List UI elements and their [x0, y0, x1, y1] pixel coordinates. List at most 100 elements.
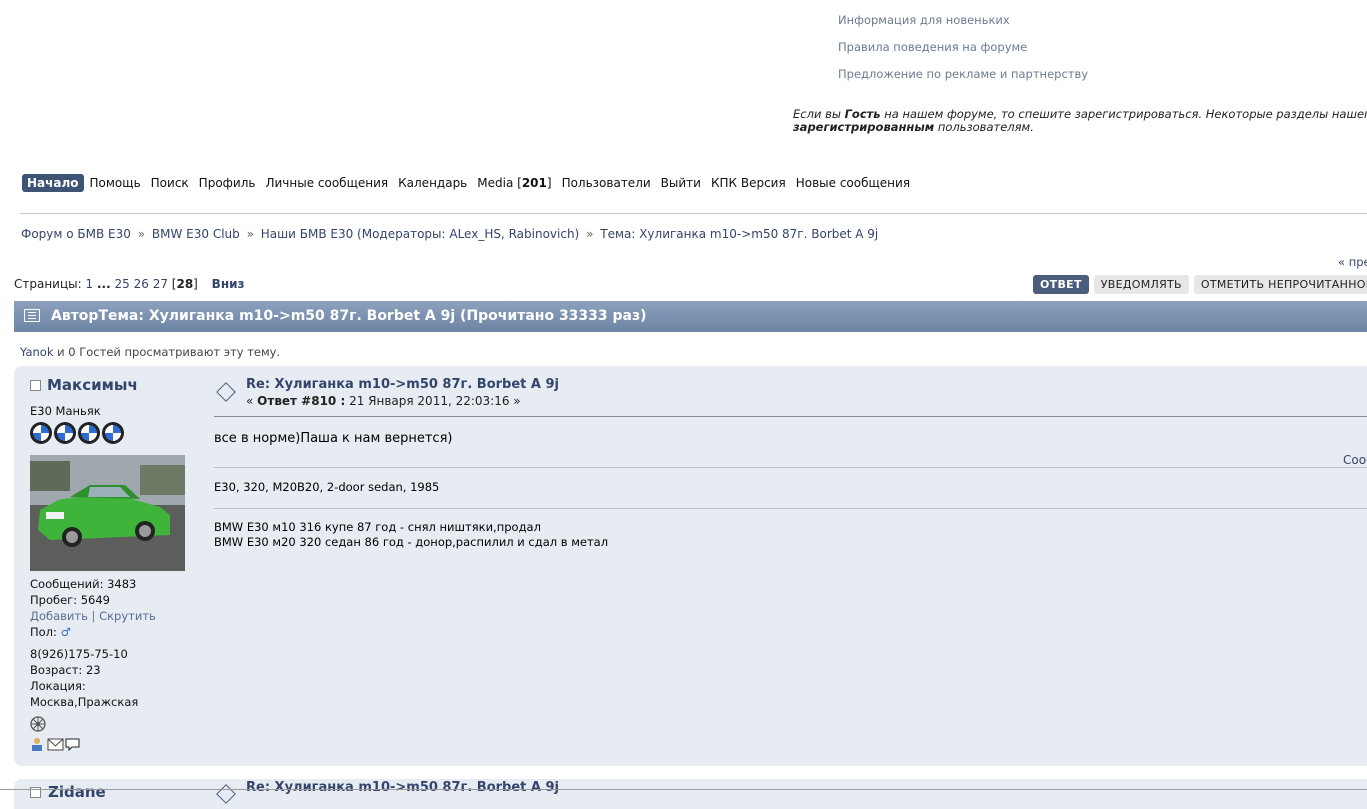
pagination-dots: ...: [96, 277, 111, 291]
breadcrumb: Форум о БМВ Е30 » BMW E30 Club » Наши БМ…: [21, 227, 878, 241]
post-count: Сообщений: 3483: [30, 577, 137, 591]
link-advertising[interactable]: Предложение по рекламе и партнерству: [838, 67, 1088, 81]
bmw-roundel-icon: [54, 422, 76, 444]
menu-pda[interactable]: КПК Версия: [711, 176, 786, 190]
location: Москва,Пражская: [30, 695, 139, 709]
gender: Пол: ♂: [30, 625, 71, 639]
viewer-user-link[interactable]: Yanok: [20, 345, 53, 359]
bmw-roundel-icon: [102, 422, 124, 444]
profile-icon[interactable]: [30, 737, 47, 752]
page-27[interactable]: 27: [153, 277, 168, 291]
reply-button[interactable]: ОТВЕТ: [1033, 275, 1089, 294]
menu-media-close: ]: [546, 176, 552, 190]
location-label: Локация:: [30, 679, 86, 693]
divider: [20, 213, 1367, 214]
author-rank: E30 Маньяк: [30, 404, 101, 418]
karma-add-link[interactable]: Добавить: [30, 609, 88, 623]
avatar: [30, 455, 185, 571]
go-down-link[interactable]: Вниз: [212, 277, 245, 291]
male-icon: ♂: [60, 625, 71, 639]
post-separator: [214, 416, 1367, 417]
breadcrumb-forum[interactable]: Форум о БМВ Е30: [21, 227, 131, 241]
meta-open: «: [246, 394, 258, 408]
menu-help[interactable]: Помощь: [90, 176, 141, 190]
breadcrumb-club[interactable]: BMW E30 Club: [152, 227, 240, 241]
breadcrumb-topic[interactable]: Тема: Хулиганка m10->m50 87г. Borbet A 9…: [600, 227, 878, 241]
menu-calendar[interactable]: Календарь: [398, 176, 467, 190]
signature: BMW E30 м10 316 купе 87 год - снял ништя…: [214, 520, 608, 550]
breadcrumb-board[interactable]: Наши БМВ Е30 (Модераторы: ALex_HS, Rabin…: [261, 227, 579, 241]
author-link[interactable]: Максимыч: [47, 376, 138, 394]
signature-line-2: BMW E30 м20 320 седан 86 год - донор,рас…: [214, 535, 609, 549]
prev-topic-link[interactable]: « пре: [1338, 255, 1367, 269]
guest-notice: Если вы Гость на нашем форуме, то спешит…: [793, 108, 1367, 134]
message-icon: [216, 382, 236, 402]
link-newbies-info[interactable]: Информация для новеньких: [838, 13, 1010, 27]
karma-hide-link[interactable]: Скрутить: [99, 609, 156, 623]
post-text: все в норме)Паша к нам вернется): [214, 431, 453, 446]
karma-divider: |: [87, 609, 100, 623]
post-author: Максимыч: [30, 376, 190, 394]
viewing-users: Yanok и 0 Гостей просматривают эту тему.: [20, 345, 280, 359]
mark-unread-button[interactable]: ОТМЕТИТЬ НЕПРОЧИТАННОЙ: [1193, 275, 1367, 294]
menu-new-posts[interactable]: Новые сообщения: [796, 176, 910, 190]
notice-text-3: пользователям.: [934, 120, 1034, 134]
rank-stars: [30, 422, 126, 444]
menu-media-label: Media [: [477, 176, 522, 190]
post-meta: « Ответ #810 : 21 Января 2011, 22:03:16 …: [246, 394, 521, 408]
report-link[interactable]: Сооб: [1343, 453, 1367, 467]
poster-action-icons: [30, 737, 81, 752]
post-title[interactable]: Re: Хулиганка m10->m50 87г. Borbet A 9j: [246, 377, 559, 392]
notice-text-1: Если вы: [793, 107, 845, 121]
menu-home[interactable]: Начало: [22, 174, 84, 192]
mileage: Пробег: 5649: [30, 593, 110, 607]
email-icon[interactable]: [47, 737, 64, 752]
main-menu: Начало Помощь Поиск Профиль Личные сообщ…: [22, 173, 920, 193]
menu-media[interactable]: Media [201]: [477, 176, 551, 190]
page-1[interactable]: 1: [85, 277, 93, 291]
menu-messages[interactable]: Личные сообщения: [265, 176, 388, 190]
breadcrumb-sep: »: [137, 227, 146, 241]
topic-header: АвторТема: Хулиганка m10->m50 87г. Borbe…: [14, 301, 1367, 332]
notice-guest: Гость: [844, 107, 881, 121]
pagination-label: Страницы:: [14, 277, 86, 291]
menu-media-count: 201: [521, 176, 547, 190]
gender-label: Пол:: [30, 625, 61, 639]
offline-status-icon: [30, 379, 41, 391]
phone: 8(926)175-75-10: [30, 647, 128, 661]
pagination: Страницы: 1 ... 25 26 27 [28] Вниз: [14, 277, 245, 291]
signature-line-1: BMW E30 м10 316 купе 87 год - снял ништя…: [214, 520, 541, 534]
post-date: 21 Января 2011, 22:03:16 »: [345, 394, 521, 408]
page-current: 28: [176, 277, 194, 291]
topic-icon: [24, 309, 40, 322]
topic-header-title: АвторТема: Хулиганка m10->m50 87г. Borbe…: [51, 308, 647, 324]
menu-search[interactable]: Поиск: [151, 176, 189, 190]
age: Возраст: 23: [30, 663, 101, 677]
karma-controls: Добавить | Скрутить: [30, 609, 156, 623]
wheel-icon: [30, 716, 46, 732]
message-icon: [216, 784, 236, 804]
link-forum-rules[interactable]: Правила поведения на форуме: [838, 40, 1027, 54]
window-bottom-border: [0, 789, 1367, 790]
notify-button[interactable]: УВЕДОМЛЯТЬ: [1093, 275, 1189, 294]
page-25[interactable]: 25: [114, 277, 129, 291]
bmw-roundel-icon: [30, 422, 52, 444]
breadcrumb-sep: »: [586, 227, 594, 241]
car-info: E30, 320, M20B20, 2-door sedan, 1985: [214, 480, 440, 494]
breadcrumb-sep: »: [246, 227, 254, 241]
menu-logout[interactable]: Выйти: [661, 176, 701, 190]
bmw-roundel-icon: [78, 422, 100, 444]
menu-users[interactable]: Пользователи: [562, 176, 651, 190]
menu-profile[interactable]: Профиль: [199, 176, 256, 190]
post-separator: [214, 467, 1367, 468]
private-message-icon[interactable]: [64, 737, 81, 752]
post-author[interactable]: Zidane: [48, 783, 106, 801]
page-26[interactable]: 26: [134, 277, 149, 291]
notice-text-2: на нашем форуме, то спешите зарегистриро…: [880, 107, 1367, 121]
post: Максимыч E30 Маньяк Сообщений: 3483 Проб…: [14, 366, 1367, 766]
notice-registered: зарегистрированным: [793, 120, 935, 134]
viewing-text: и 0 Гостей просматривают эту тему.: [53, 345, 281, 359]
topic-buttons: ОТВЕТ УВЕДОМЛЯТЬ ОТМЕТИТЬ НЕПРОЧИТАННОЙ: [1033, 275, 1367, 294]
signature-separator: [214, 508, 1367, 509]
post-next: Zidane Re: Хулиганка m10->m50 87г. Borbe…: [14, 779, 1367, 809]
